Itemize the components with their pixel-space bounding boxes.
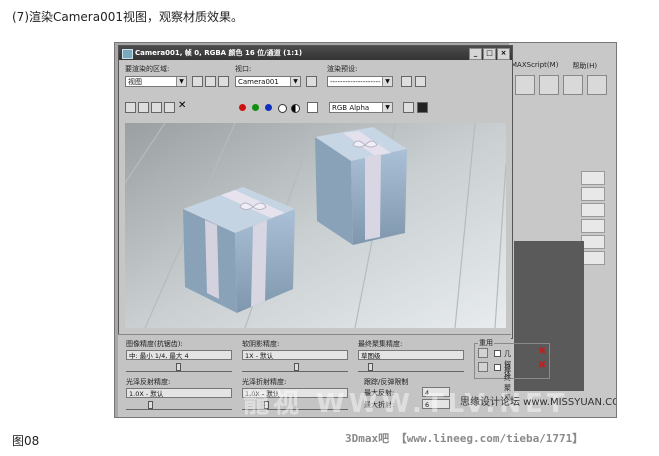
preset-label: 渲染预设: — [327, 65, 358, 73]
red-channel-icon[interactable] — [239, 104, 246, 111]
slider-thumb[interactable] — [368, 363, 373, 371]
image-precision-value: 中: 最小 1/4, 最大 4 — [129, 352, 189, 360]
soft-shadow-slider[interactable] — [242, 363, 348, 372]
geometry-checkbox[interactable] — [494, 350, 501, 357]
max-screenshot: MAXScript(M) 帮助(H) Camera001, 帧 0, RGBA … — [114, 42, 617, 418]
edit-region-icon[interactable] — [192, 76, 203, 87]
delete-icon[interactable]: ✖ — [538, 361, 548, 371]
menu-help[interactable]: 帮助(H) — [572, 61, 597, 71]
image-precision-label: 图像精度(抗锯齿): — [126, 340, 183, 348]
mono-icon[interactable] — [291, 104, 300, 113]
final-gather-label: 最终聚集精度: — [358, 340, 403, 348]
reflection-slider[interactable] — [126, 401, 232, 410]
viewport-label: 视口: — [235, 65, 252, 73]
copy-icon[interactable] — [138, 102, 149, 113]
image-precision-slider[interactable] — [126, 363, 232, 372]
rollout-row[interactable] — [581, 203, 605, 217]
command-panel-rollouts — [581, 171, 605, 267]
window-titlebar: Camera001, 帧 0, RGBA 颜色 16 位/通道 (1:1) _ … — [119, 46, 512, 60]
watermark-forum: 思缘设计论坛 www.MISSYUAN.COM — [460, 397, 617, 408]
app-icon — [122, 49, 133, 59]
blue-channel-icon[interactable] — [265, 104, 272, 111]
background-menu-bar: MAXScript(M) 帮助(H) — [511, 61, 597, 71]
rollout-row[interactable] — [581, 251, 605, 265]
footer-link[interactable]: 3Dmax吧 【www.lineeg.com/tieba/1771】 — [345, 430, 583, 446]
render-setup-icon[interactable] — [401, 76, 412, 87]
close-button[interactable]: × — [497, 48, 510, 60]
reuse-label: 重用 — [478, 338, 494, 348]
lock-icon[interactable] — [306, 76, 317, 87]
green-channel-icon[interactable] — [252, 104, 259, 111]
channel-value: RGB Alpha — [332, 104, 370, 112]
minimize-button[interactable]: _ — [469, 48, 482, 60]
rollout-row[interactable] — [581, 219, 605, 233]
gift-box-front — [183, 187, 295, 313]
soft-shadow-field[interactable]: 1X - 默认 — [242, 350, 348, 360]
toolbar-icon[interactable] — [563, 75, 583, 95]
reflection-value: 1.0X - 默认 — [129, 390, 164, 398]
window-controls: _ □ × — [469, 48, 510, 60]
environment-icon[interactable] — [415, 76, 426, 87]
render-frame-window: Camera001, 帧 0, RGBA 颜色 16 位/通道 (1:1) _ … — [118, 45, 513, 339]
toolbar-icon[interactable] — [515, 75, 535, 95]
area-value: 视图 — [128, 78, 142, 86]
auto-region-icon[interactable] — [205, 76, 216, 87]
toolbar-icon[interactable] — [587, 75, 607, 95]
display-icon[interactable] — [417, 102, 428, 113]
final-gather-reuse-checkbox[interactable] — [494, 364, 501, 371]
swatch-icon[interactable] — [307, 102, 318, 113]
final-gather-slider[interactable] — [358, 363, 464, 372]
lock-icon[interactable] — [478, 348, 488, 358]
clone-icon[interactable] — [151, 102, 162, 113]
area-dropdown[interactable]: 视图 ▼ — [125, 76, 187, 87]
window-title: Camera001, 帧 0, RGBA 颜色 16 位/通道 (1:1) — [135, 49, 303, 57]
print-icon[interactable] — [164, 102, 175, 113]
area-label: 要渲染的区域: — [125, 65, 170, 73]
lock-icon[interactable] — [478, 362, 488, 372]
viewport-value: Camera001 — [238, 78, 279, 86]
soft-shadow-value: 1X - 默认 — [245, 352, 274, 360]
viewport-dropdown[interactable]: Camera001 ▼ — [235, 76, 301, 87]
rollout-row[interactable] — [581, 187, 605, 201]
clear-icon[interactable]: ✕ — [178, 100, 186, 111]
toolbar-icon[interactable] — [539, 75, 559, 95]
background-toolbar — [515, 75, 607, 95]
save-icon[interactable] — [125, 102, 136, 113]
slider-thumb[interactable] — [294, 363, 299, 371]
reflection-label: 光泽反射精度: — [126, 378, 171, 386]
final-gather-value: 草图级 — [361, 352, 381, 360]
chevron-down-icon: ▼ — [290, 77, 300, 86]
final-gather-field[interactable]: 草图级 — [358, 350, 464, 360]
rollout-row[interactable] — [581, 235, 605, 249]
select-region-icon[interactable] — [218, 76, 229, 87]
channel-dropdown[interactable]: RGB Alpha ▼ — [329, 102, 393, 113]
render-image — [125, 123, 506, 328]
toggle-ui-icon[interactable] — [403, 102, 414, 113]
soft-shadow-label: 软阴影精度: — [242, 340, 280, 348]
chevron-down-icon: ▼ — [382, 103, 392, 112]
alpha-channel-icon[interactable] — [278, 104, 287, 113]
preset-value: -------------------- — [330, 78, 381, 86]
preset-dropdown[interactable]: -------------------- ▼ — [327, 76, 393, 87]
chevron-down-icon: ▼ — [176, 77, 186, 86]
figure-caption: 图08 — [12, 434, 40, 448]
reflection-field[interactable]: 1.0X - 默认 — [126, 388, 232, 398]
chevron-down-icon: ▼ — [382, 77, 392, 86]
slider-thumb[interactable] — [148, 401, 153, 409]
menu-maxscript[interactable]: MAXScript(M) — [511, 61, 558, 71]
delete-icon[interactable]: ✖ — [538, 347, 548, 357]
maximize-button[interactable]: □ — [483, 48, 496, 60]
slider-thumb[interactable] — [176, 363, 181, 371]
gift-box-back — [315, 127, 407, 245]
step-caption: (7)渲染Camera001视图，观察材质效果。 — [12, 10, 243, 24]
image-precision-field[interactable]: 中: 最小 1/4, 最大 4 — [126, 350, 232, 360]
rollout-row[interactable] — [581, 171, 605, 185]
